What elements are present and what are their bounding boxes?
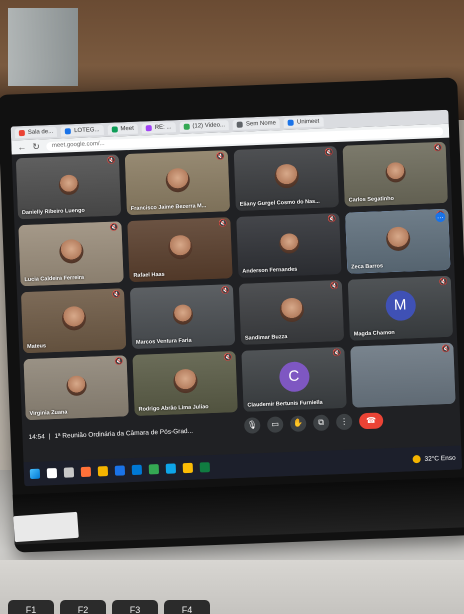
participant-tile[interactable]: 🔇 (350, 342, 456, 408)
participant-video (350, 342, 456, 408)
muted-mic-icon: 🔇 (220, 287, 230, 295)
browser-tab[interactable]: Unimeet (283, 116, 324, 129)
call-controls: 🎙 ▭ ✋ ⧉ ⋮ ☎ (243, 412, 384, 434)
tab-favicon-icon (236, 121, 244, 128)
browser-tab[interactable]: Sem Nome (232, 118, 281, 130)
function-key: F2 (60, 600, 106, 614)
participant-tile[interactable]: 🔇 Francisco Jaime Bezerra M... (124, 150, 231, 216)
tab-label: Sala de... (27, 128, 54, 136)
participant-tile[interactable]: 🔇 Danielly Ribeiro Luengo (15, 154, 122, 220)
mic-button[interactable]: 🎙 (243, 417, 261, 434)
muted-mic-icon: 🔇 (438, 278, 448, 287)
edge-icon[interactable] (165, 463, 177, 474)
weather-text: 32°C Enso (424, 454, 456, 463)
participant-name: Zeca Barros (351, 263, 384, 271)
browser-tab[interactable]: LOTEG... (60, 124, 104, 137)
present-button[interactable]: ⧉ (312, 414, 330, 432)
muted-mic-icon: 🔇 (106, 157, 116, 165)
tab-label: LOTEG... (74, 127, 100, 135)
tab-label: RE: ... (154, 124, 172, 131)
muted-mic-icon: 🔇 (109, 224, 119, 232)
participant-tile[interactable]: 🔇 Anderson Fernandes (236, 212, 342, 278)
tab-label: Unimeet (296, 118, 320, 126)
laptop-screen: Sala de... LOTEG... Meet RE: ... (12) Video.… (10, 109, 463, 487)
excel-icon[interactable] (199, 462, 211, 473)
participant-tile[interactable]: 🔇 Rodrigo Abrão Lima Juliao (132, 351, 238, 416)
participant-tile[interactable]: C 🔇 Claudemir Bertunis Furniella (241, 346, 347, 412)
participant-tile[interactable]: 🔇 Marcos Ventura Faria (129, 284, 236, 350)
function-key: F4 (164, 600, 210, 614)
muted-mic-icon: 🔇 (218, 220, 228, 228)
photo-scene: Sala de... LOTEG... Meet RE: ... (12) Video.… (0, 0, 464, 614)
participant-tile[interactable]: 🔇 Lucia Caldeira Ferreira (18, 221, 124, 287)
meeting-title: 1ª Reunião Ordinária da Câmara de Pós-Gr… (54, 427, 194, 440)
muted-mic-icon: 🔇 (332, 349, 342, 358)
participant-grid: 🔇 Danielly Ribeiro Luengo 🔇 Francisco Jaime… (15, 141, 456, 421)
function-key: F1 (8, 600, 54, 614)
folder-icon[interactable] (97, 466, 109, 477)
participant-tile[interactable]: 🔇 Rafael Haas (127, 217, 233, 283)
function-key: F3 (112, 600, 158, 614)
browser-tab[interactable]: RE: ... (141, 122, 176, 134)
laptop: Sala de... LOTEG... Meet RE: ... (12) Video.… (0, 77, 464, 553)
muted-mic-icon: 🔇 (324, 149, 334, 157)
tab-label: Sem Nome (245, 120, 277, 128)
search-icon[interactable] (46, 467, 58, 479)
camera-button[interactable]: ▭ (266, 416, 284, 433)
participant-tile[interactable]: 🔇 Virginia Zuana (23, 355, 129, 421)
tab-favicon-icon (18, 129, 25, 137)
calendar-icon[interactable] (148, 464, 160, 475)
firefox-icon[interactable] (80, 466, 92, 478)
reload-icon[interactable]: ↻ (32, 141, 40, 152)
participant-tile[interactable]: 🔇…Zeca Barros (345, 208, 451, 274)
tab-favicon-icon (145, 125, 152, 132)
background-window (8, 8, 78, 86)
muted-mic-icon: 🔇 (441, 345, 451, 354)
meeting-info: 14:54 | 1ª Reunião Ordinária da Câmara d… (28, 427, 193, 440)
weather-icon (412, 455, 421, 464)
system-tray: 32°C Enso (412, 454, 456, 464)
keyboard-edge: F1 F2 F3 F4 (0, 560, 464, 614)
tab-favicon-icon (65, 128, 72, 135)
tab-label: Meet (120, 125, 134, 133)
muted-mic-icon: 🔇 (112, 291, 121, 299)
laptop-sticker (13, 511, 79, 543)
more-options-button[interactable]: ⋮ (335, 413, 353, 431)
tab-favicon-icon (287, 119, 295, 126)
chrome-icon[interactable] (182, 462, 194, 474)
tab-favicon-icon (111, 126, 118, 133)
raise-hand-button[interactable]: ✋ (289, 415, 307, 432)
store-icon[interactable] (114, 465, 126, 476)
participant-tile[interactable]: 🔇 Mateus (20, 288, 127, 354)
participant-tile[interactable]: 🔇 Carlos Segatinho (342, 141, 448, 207)
task-view-icon[interactable] (63, 467, 75, 478)
participant-name: Rafael Haas (133, 271, 165, 279)
participant-tile[interactable]: M 🔇 Magda Chamon (347, 275, 453, 341)
muted-mic-icon: 🔇 (114, 358, 124, 366)
participant-tile[interactable]: 🔇 Sandimar Buzza (238, 279, 345, 345)
muted-mic-icon: 🔇 (223, 354, 233, 362)
windows-start-icon[interactable] (29, 468, 41, 480)
participant-tile[interactable]: 🔇 Eliany Gurgel Cosmo do Nas... (233, 146, 339, 211)
tab-favicon-icon (183, 123, 190, 130)
back-icon[interactable]: ← (17, 142, 26, 152)
muted-mic-icon: 🔇 (433, 144, 443, 153)
browser-tab[interactable]: Meet (107, 123, 139, 135)
laptop-hinge (12, 477, 464, 545)
muted-mic-icon: 🔇 (327, 216, 337, 224)
end-call-button[interactable]: ☎ (358, 412, 384, 430)
muted-mic-icon: 🔇 (215, 153, 225, 161)
tab-label: (12) Video... (192, 122, 226, 130)
mail-icon[interactable] (131, 464, 143, 476)
browser-tab[interactable]: (12) Video... (179, 120, 230, 133)
muted-mic-icon: 🔇 (329, 283, 339, 291)
meeting-separator: | (48, 432, 51, 440)
meeting-time: 14:54 (28, 432, 45, 441)
browser-tab[interactable]: Sala de... (14, 126, 58, 139)
participant-name: Mateus (26, 343, 47, 351)
